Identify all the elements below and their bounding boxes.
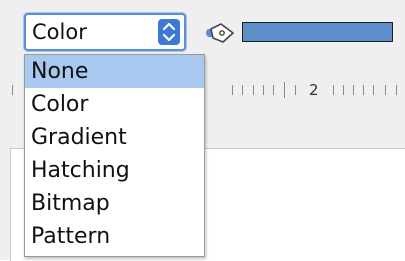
fill-type-select[interactable]: Color: [24, 13, 186, 51]
ruler-tick: [263, 85, 264, 95]
ruler-number: 2: [309, 81, 319, 99]
dropdown-option-none[interactable]: None: [25, 55, 204, 88]
ruler-tick: [373, 85, 374, 95]
paint-bucket-icon[interactable]: [203, 22, 235, 46]
ruler-tick: [273, 85, 274, 95]
ruler-tick: [295, 85, 296, 95]
fill-type-dropdown-list: None Color Gradient Hatching Bitmap Patt…: [24, 54, 205, 257]
ruler-tick: [333, 85, 334, 95]
ruler-tick: [12, 85, 13, 95]
ruler-tick: [343, 85, 344, 95]
dropdown-option-gradient[interactable]: Gradient: [25, 121, 204, 154]
ruler-tick: [242, 85, 243, 95]
dropdown-option-hatching[interactable]: Hatching: [25, 154, 204, 187]
chevron-updown-icon[interactable]: [158, 19, 180, 45]
fill-type-value: Color: [32, 20, 87, 44]
ruler-tick: [385, 85, 386, 95]
ruler-tick: [353, 85, 354, 95]
dropdown-option-color[interactable]: Color: [25, 88, 204, 121]
dropdown-option-pattern[interactable]: Pattern: [25, 220, 204, 253]
dropdown-option-bitmap[interactable]: Bitmap: [25, 187, 204, 220]
ruler-major-tick: [284, 82, 285, 98]
ruler-tick: [253, 85, 254, 95]
ruler-tick: [363, 85, 364, 95]
ruler-tick: [396, 85, 397, 95]
fill-color-swatch[interactable]: [242, 22, 393, 42]
ruler-tick: [232, 85, 233, 95]
